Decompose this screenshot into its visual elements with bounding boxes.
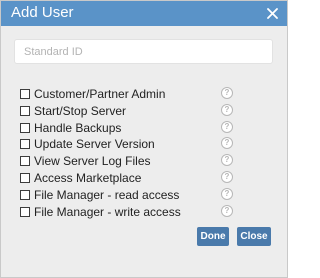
permission-item-handle-backups: Handle Backups ? <box>20 120 240 138</box>
permission-label[interactable]: Customer/Partner Admin <box>34 87 165 101</box>
permission-item-access-marketplace: Access Marketplace ? <box>20 170 240 188</box>
dialog-titlebar: Add User <box>1 1 287 26</box>
permissions-list: Customer/Partner Admin ? Start/Stop Serv… <box>20 87 240 221</box>
close-button[interactable]: Close <box>237 227 271 246</box>
help-icon[interactable]: ? <box>221 120 233 133</box>
permission-item-update-server-version: Update Server Version ? <box>20 137 240 154</box>
dialog-title: Add User <box>11 4 74 21</box>
help-icon[interactable]: ? <box>221 87 233 99</box>
help-icon[interactable]: ? <box>221 103 233 116</box>
help-icon[interactable]: ? <box>221 137 233 150</box>
permission-item-customer-partner-admin: Customer/Partner Admin ? <box>20 87 240 104</box>
done-button[interactable]: Done <box>197 227 229 246</box>
permission-label[interactable]: File Manager - write access <box>34 205 181 219</box>
help-icon[interactable]: ? <box>221 204 233 217</box>
standard-id-input[interactable] <box>14 39 273 64</box>
update-server-version-checkbox[interactable] <box>20 139 30 150</box>
start-stop-server-checkbox[interactable] <box>20 105 30 116</box>
view-server-log-files-checkbox[interactable] <box>20 156 30 167</box>
file-manager-read-checkbox[interactable] <box>20 189 30 200</box>
permission-label[interactable]: Update Server Version <box>34 137 155 151</box>
help-icon[interactable]: ? <box>221 187 233 200</box>
permission-item-start-stop-server: Start/Stop Server ? <box>20 103 240 121</box>
customer-partner-admin-checkbox[interactable] <box>20 89 30 99</box>
permission-label[interactable]: File Manager - read access <box>34 188 179 202</box>
add-user-dialog: Add User Customer/Partner Admin ? Start/… <box>0 0 288 278</box>
permission-label[interactable]: Handle Backups <box>34 121 121 135</box>
permission-item-view-server-log-files: View Server Log Files ? <box>20 154 240 171</box>
permission-item-file-manager-write: File Manager - write access ? <box>20 204 240 222</box>
handle-backups-checkbox[interactable] <box>20 122 30 133</box>
help-icon[interactable]: ? <box>221 170 233 183</box>
help-icon[interactable]: ? <box>221 154 233 167</box>
close-icon[interactable] <box>260 1 284 26</box>
permission-label[interactable]: Access Marketplace <box>34 171 141 185</box>
access-marketplace-checkbox[interactable] <box>20 172 30 183</box>
permission-label[interactable]: Start/Stop Server <box>34 104 126 118</box>
permission-label[interactable]: View Server Log Files <box>34 154 151 168</box>
permission-item-file-manager-read: File Manager - read access ? <box>20 187 240 205</box>
file-manager-write-checkbox[interactable] <box>20 206 30 217</box>
